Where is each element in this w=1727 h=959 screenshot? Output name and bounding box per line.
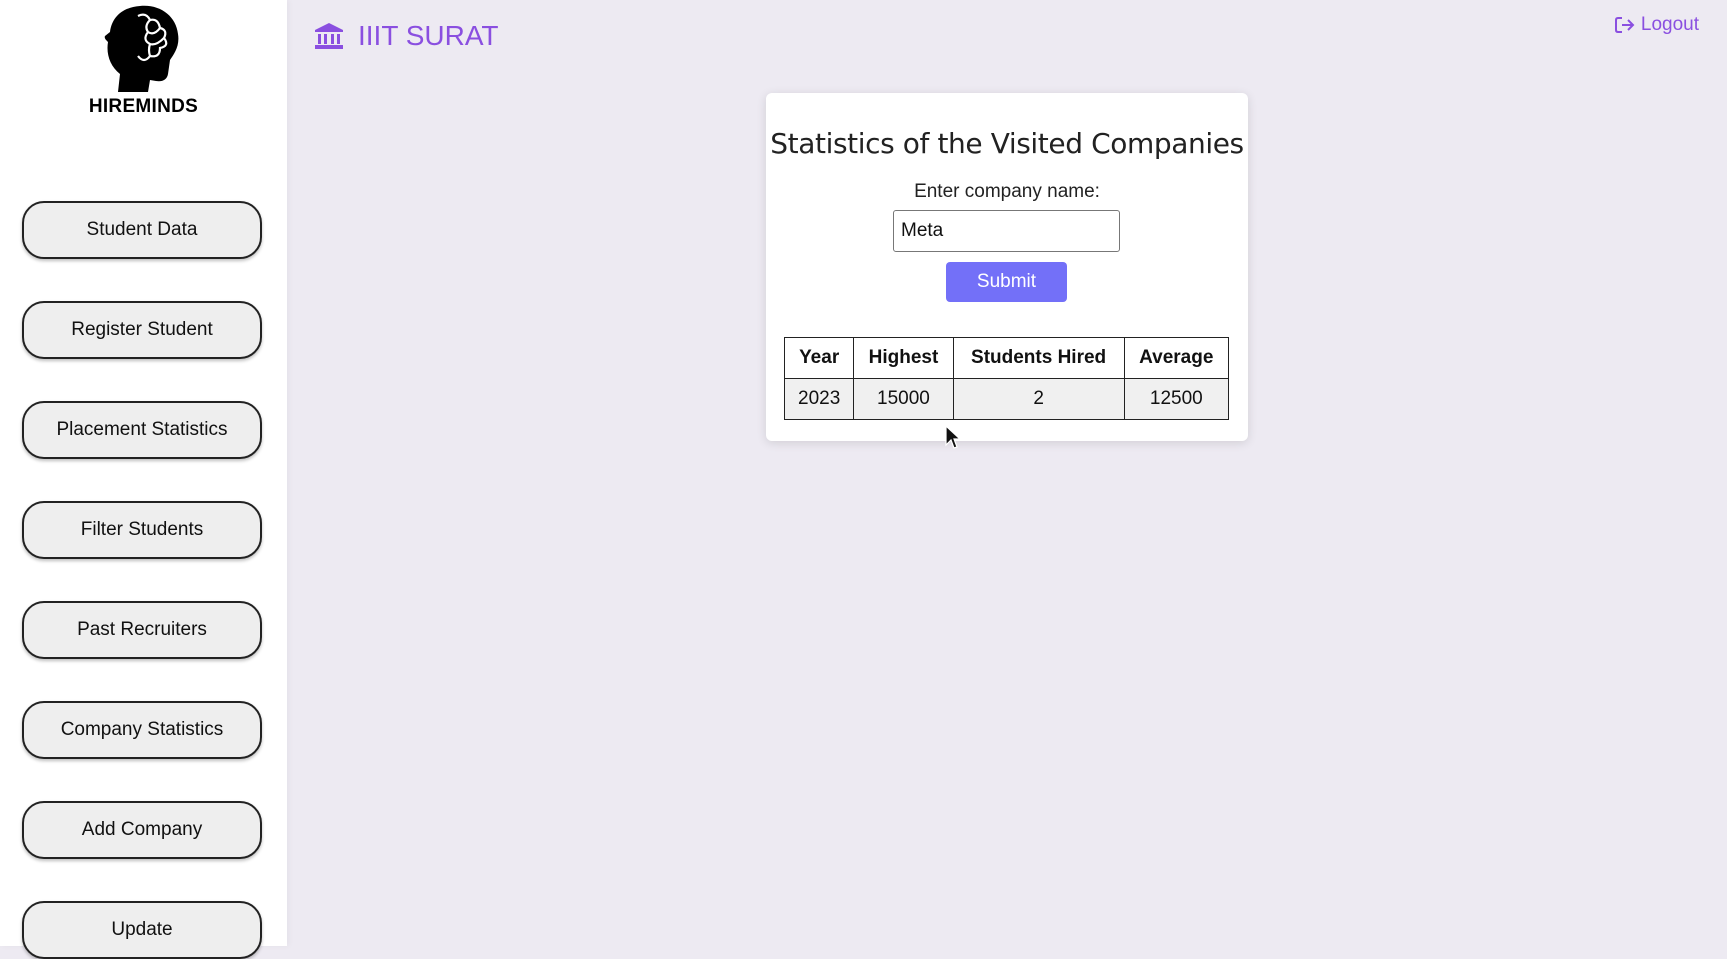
- sidebar-item-add-company[interactable]: Add Company: [22, 801, 262, 859]
- column-header-students-hired: Students Hired: [952, 337, 1125, 379]
- company-name-label: Enter company name:: [914, 181, 1100, 202]
- sign-out-icon: [1614, 17, 1635, 33]
- sidebar-item-placement-statistics[interactable]: Placement Statistics: [22, 401, 262, 459]
- sidebar-item-student-data[interactable]: Student Data: [22, 201, 262, 259]
- sidebar-item-filter-students[interactable]: Filter Students: [22, 501, 262, 559]
- sidebar-item-register-student[interactable]: Register Student: [22, 301, 262, 359]
- column-header-highest: Highest: [853, 337, 954, 379]
- logo-text: HIREMINDS: [88, 96, 199, 117]
- cell-students-hired: 2: [952, 378, 1125, 420]
- submit-button[interactable]: Submit: [946, 262, 1067, 302]
- column-header-average: Average: [1123, 337, 1230, 379]
- logout-button[interactable]: Logout: [1614, 14, 1699, 36]
- institute-name: IIIT SURAT: [358, 20, 499, 51]
- cell-year: 2023: [783, 378, 855, 420]
- mouse-cursor-icon: [945, 425, 961, 449]
- statistics-table: Year Highest Students Hired Average 2023…: [783, 337, 1230, 420]
- table-header-row: Year Highest Students Hired Average: [783, 337, 1230, 379]
- head-puzzle-icon: [104, 5, 179, 92]
- bank-icon: [315, 23, 343, 49]
- logout-label: Logout: [1640, 14, 1699, 35]
- sidebar: HIREMINDS Student Data Register Student …: [0, 0, 287, 959]
- table-row: 2023 15000 2 12500: [783, 378, 1230, 420]
- sidebar-item-past-recruiters[interactable]: Past Recruiters: [22, 601, 262, 659]
- brand-logo: HIREMINDS: [0, 0, 287, 130]
- column-header-year: Year: [783, 337, 855, 379]
- company-statistics-card: Statistics of the Visited Companies Ente…: [766, 93, 1248, 441]
- sidebar-item-company-statistics[interactable]: Company Statistics: [22, 701, 262, 759]
- company-name-input[interactable]: [893, 210, 1120, 252]
- cell-average: 12500: [1123, 378, 1230, 420]
- page-title: Statistics of the Visited Companies: [770, 127, 1244, 160]
- institute-brand[interactable]: IIIT SURAT: [314, 20, 499, 52]
- sidebar-item-update[interactable]: Update: [22, 901, 262, 959]
- cell-highest: 15000: [853, 378, 954, 420]
